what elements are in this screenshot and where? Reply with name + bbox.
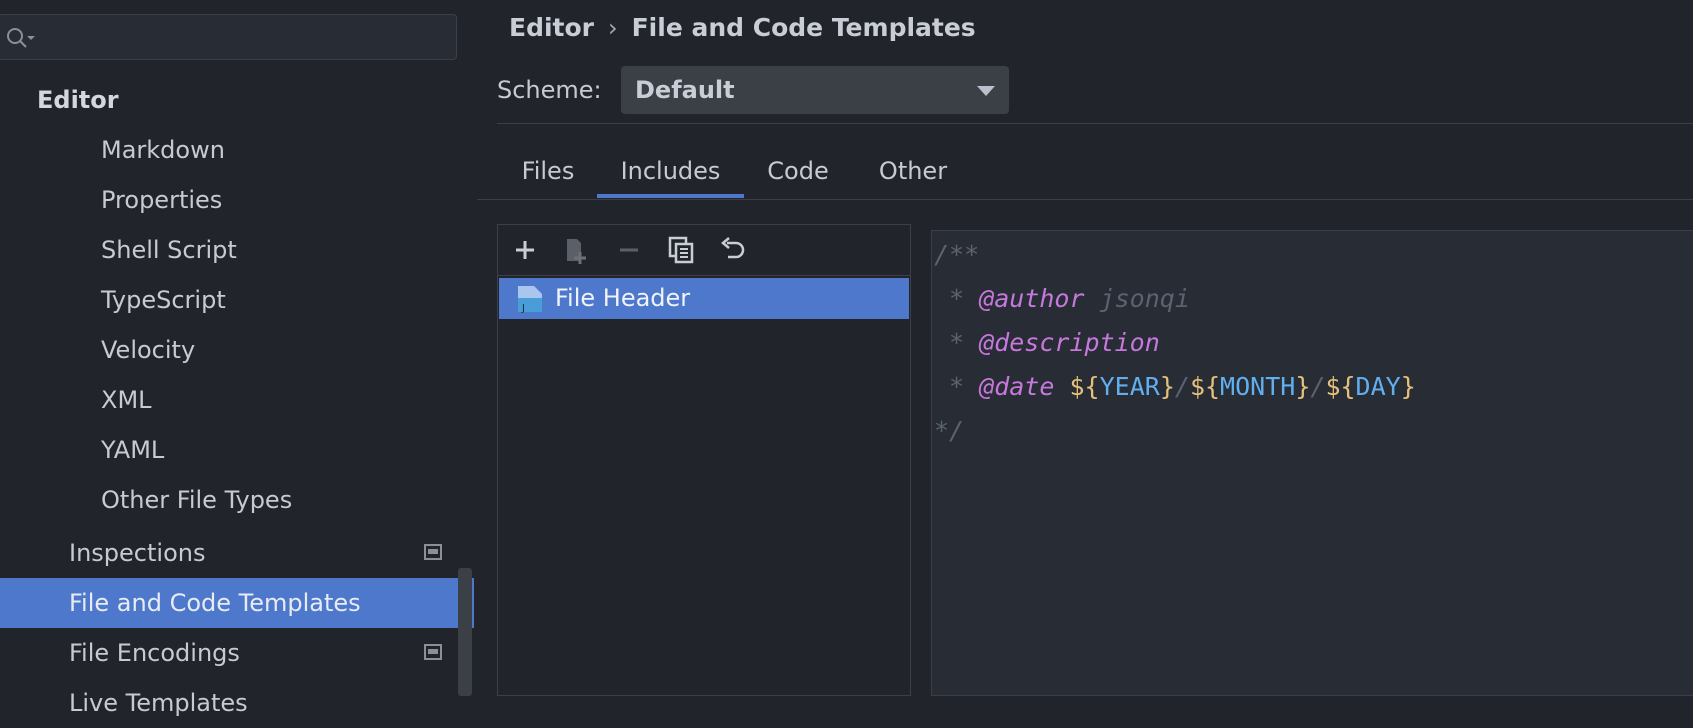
var-close: } xyxy=(1295,372,1311,401)
tab-label: Includes xyxy=(620,157,721,185)
comment-star: * xyxy=(934,284,980,313)
sidebar-item-label: Other File Types xyxy=(101,486,293,514)
list-item[interactable]: J File Header xyxy=(499,278,909,319)
template-toolbar xyxy=(498,225,910,276)
code-line: */ xyxy=(934,411,964,451)
sidebar-item-file-encodings[interactable]: File Encodings xyxy=(0,628,474,678)
duplicate-button[interactable] xyxy=(664,233,698,267)
scheme-dropdown[interactable]: Default xyxy=(621,66,1009,114)
sidebar-item-label: File Encodings xyxy=(69,639,240,667)
var-open: ${ xyxy=(1325,372,1356,401)
sidebar-item-label: TypeScript xyxy=(101,286,226,314)
tag-value: jsonqi xyxy=(1084,284,1190,313)
slash: / xyxy=(1310,372,1326,401)
search-field[interactable] xyxy=(0,14,457,60)
var-open: ${ xyxy=(1069,372,1100,401)
template-list-panel: J File Header xyxy=(497,224,911,696)
scheme-label: Scheme: xyxy=(497,76,602,104)
sidebar-item-markdown[interactable]: Markdown xyxy=(0,125,474,175)
add-button[interactable] xyxy=(508,233,542,267)
sidebar-item-yaml[interactable]: YAML xyxy=(0,425,474,475)
sidebar-item-label: YAML xyxy=(101,436,165,464)
tab-includes[interactable]: Includes xyxy=(597,148,744,198)
breadcrumb: Editor › File and Code Templates xyxy=(509,8,976,48)
project-settings-icon xyxy=(424,644,442,660)
sidebar-item-label: Markdown xyxy=(101,136,225,164)
template-variable: DAY xyxy=(1355,372,1401,401)
add-icon xyxy=(516,241,534,259)
template-code-editor[interactable]: /** * @author jsonqi * @description * @d… xyxy=(931,230,1693,696)
sidebar-item-label: Editor xyxy=(37,86,119,114)
chevron-down-icon xyxy=(977,86,995,96)
project-settings-icon xyxy=(424,544,442,560)
sidebar-item-velocity[interactable]: Velocity xyxy=(0,325,474,375)
comment-close: */ xyxy=(934,416,965,445)
sidebar-item-live-templates[interactable]: Live Templates xyxy=(0,678,474,728)
template-name: File Header xyxy=(555,284,691,312)
remove-icon xyxy=(620,248,638,252)
java-file-icon: J xyxy=(518,286,542,314)
breadcrumb-current: File and Code Templates xyxy=(631,13,976,42)
search-icon xyxy=(7,28,35,48)
reset-icon xyxy=(721,237,745,259)
sidebar-item-label: File and Code Templates xyxy=(69,589,361,617)
sidebar-item-properties[interactable]: Properties xyxy=(0,175,474,225)
slash: / xyxy=(1174,372,1190,401)
doc-tag: @date xyxy=(979,372,1055,401)
remove-button[interactable] xyxy=(612,233,646,267)
sidebar-item-label: Inspections xyxy=(69,539,206,567)
sidebar-item-label: XML xyxy=(101,386,152,414)
copy-template-icon xyxy=(567,239,586,264)
code-line: * @description xyxy=(934,323,1160,363)
code-line: * @date ${YEAR}/${MONTH}/${DAY} xyxy=(934,367,1416,407)
breadcrumb-separator: › xyxy=(608,14,618,42)
sidebar-item-label: Properties xyxy=(101,186,223,214)
sidebar-item-inspections[interactable]: Inspections xyxy=(0,528,474,578)
tab-other[interactable]: Other xyxy=(866,148,960,198)
copy-template-button[interactable] xyxy=(560,233,594,267)
tab-label: Files xyxy=(521,157,575,185)
comment-star: * xyxy=(934,328,980,357)
doc-tag: @description xyxy=(979,328,1160,357)
code-line: * @author jsonqi xyxy=(934,279,1190,319)
comment-star: * xyxy=(934,372,980,401)
var-close: } xyxy=(1400,372,1416,401)
svg-text:J: J xyxy=(521,303,525,314)
doc-tag: @author xyxy=(979,284,1085,313)
comment-open: /** xyxy=(934,240,980,269)
var-open: ${ xyxy=(1189,372,1221,401)
sidebar-item-label: Shell Script xyxy=(101,236,237,264)
settings-sidebar: Editor Markdown Properties Shell Script … xyxy=(0,0,474,717)
tab-code[interactable]: Code xyxy=(752,148,844,198)
tabs-divider xyxy=(477,199,1693,200)
code-line: /** xyxy=(934,235,979,275)
sidebar-item-shell-script[interactable]: Shell Script xyxy=(0,225,474,275)
template-variable: YEAR xyxy=(1099,372,1160,401)
breadcrumb-parent[interactable]: Editor xyxy=(509,13,594,42)
tab-label: Code xyxy=(767,157,829,185)
sidebar-item-other-file-types[interactable]: Other File Types xyxy=(0,475,474,525)
sidebar-item-typescript[interactable]: TypeScript xyxy=(0,275,474,325)
sidebar-item-file-and-code-templates[interactable]: File and Code Templates xyxy=(0,578,474,628)
duplicate-icon xyxy=(668,236,694,264)
scheme-value: Default xyxy=(635,76,735,104)
tab-label: Other xyxy=(878,157,948,185)
sidebar-item-editor[interactable]: Editor xyxy=(0,75,474,125)
reset-button[interactable] xyxy=(716,233,750,267)
var-close: } xyxy=(1159,372,1175,401)
divider xyxy=(497,123,1693,124)
tab-files[interactable]: Files xyxy=(504,148,592,198)
template-variable: MONTH xyxy=(1220,372,1296,401)
sidebar-item-label: Live Templates xyxy=(69,689,248,717)
sidebar-scrollbar[interactable] xyxy=(458,568,472,696)
sidebar-item-label: Velocity xyxy=(101,336,196,364)
sidebar-item-xml[interactable]: XML xyxy=(0,375,474,425)
